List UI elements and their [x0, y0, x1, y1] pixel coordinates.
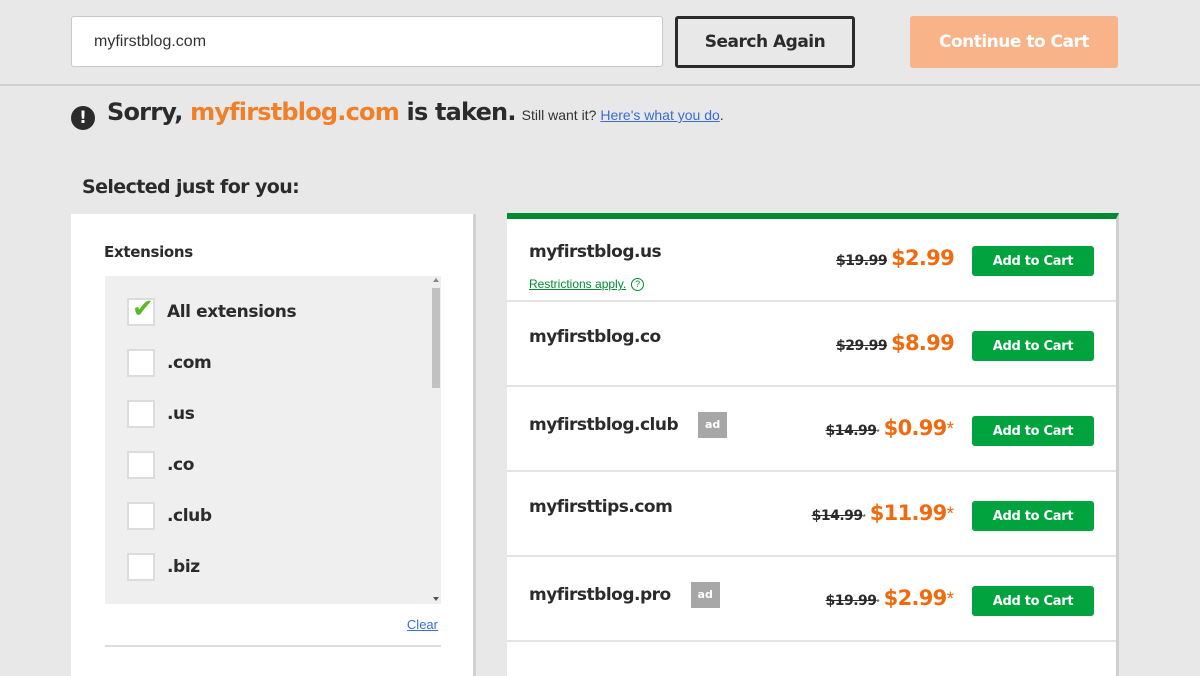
extensions-list: ✔ All extensions .com .us .co .club .biz [105, 276, 441, 604]
extension-label: All extensions [167, 302, 297, 322]
sale-price: $0.99 [883, 416, 948, 440]
footnote-marker: * [946, 589, 954, 610]
checkbox[interactable] [127, 502, 155, 530]
result-row: myfirsttips.com $14.99 * $11.99 * Add to C… [507, 474, 1116, 557]
checkbox[interactable] [127, 553, 155, 581]
search-again-button[interactable]: Search Again [675, 16, 855, 68]
price: $14.99 * $0.99 * [826, 416, 955, 441]
domain-name: myfirstblog.club ad [529, 412, 728, 438]
taken-domain: myfirstblog.com [190, 98, 400, 126]
footnote-marker: * [946, 419, 954, 440]
restrictions-link[interactable]: Restrictions apply. [529, 277, 626, 291]
search-header: Search Again Continue to Cart [0, 0, 1200, 86]
sale-price: $2.99 [891, 246, 955, 270]
extension-option-biz[interactable]: .biz [127, 551, 200, 583]
price: $19.99 $2.99 [836, 246, 955, 270]
checkbox[interactable] [127, 451, 155, 479]
extension-label: .com [167, 353, 212, 373]
domain-search-input[interactable] [71, 16, 663, 67]
sale-price: $11.99 [869, 501, 948, 525]
scroll-up-arrow-icon[interactable] [433, 278, 439, 282]
add-to-cart-button[interactable]: Add to Cart [972, 501, 1094, 531]
extensions-filter-panel: Extensions ✔ All extensions .com .us .co… [71, 214, 476, 676]
extension-option-co[interactable]: .co [127, 449, 194, 481]
taken-suffix: is taken. [406, 98, 517, 126]
extension-option-us[interactable]: .us [127, 398, 195, 430]
result-row: myfirstblog.co $29.99 $8.99 Add to Cart [507, 304, 1116, 387]
period: . [719, 107, 724, 123]
original-price: $19.99 [836, 253, 888, 269]
original-price: $19.99 [825, 593, 878, 609]
original-price: $14.99 [811, 508, 864, 524]
footnote-marker: * [876, 598, 880, 607]
sale-price: $8.99 [891, 331, 955, 355]
help-icon[interactable]: ? [631, 277, 645, 291]
ad-badge: ad [698, 412, 728, 438]
add-to-cart-button[interactable]: Add to Cart [972, 331, 1094, 361]
still-want-text: Still want it? [521, 107, 597, 123]
extension-label: .club [167, 506, 212, 526]
add-to-cart-button[interactable]: Add to Cart [972, 416, 1094, 446]
restrictions-note: Restrictions apply. ? [529, 277, 645, 291]
extensions-scrollbar[interactable] [431, 276, 441, 604]
domain-results-list: myfirstblog.us Restrictions apply. ? $19… [507, 213, 1119, 676]
clear-filters-link[interactable]: Clear [407, 617, 438, 632]
extensions-title: Extensions [104, 243, 193, 261]
taken-prefix: Sorry, [107, 98, 183, 126]
checkbox[interactable] [127, 349, 155, 377]
domain-text: myfirstblog.pro [529, 585, 671, 605]
selected-heading: Selected just for you: [82, 176, 300, 198]
result-row: myfirstblog.pro ad $19.99 * $2.99 * Add to… [507, 559, 1116, 642]
extension-option-com[interactable]: .com [127, 347, 212, 379]
checkmark-icon: ✔ [132, 294, 154, 324]
domain-name: myfirsttips.com [529, 497, 673, 517]
taken-headline: Sorry, myfirstblog.com is taken. [107, 98, 516, 126]
continue-to-cart-button[interactable]: Continue to Cart [910, 16, 1118, 68]
domain-name: myfirstblog.pro ad [529, 582, 720, 608]
add-to-cart-button[interactable]: Add to Cart [972, 246, 1094, 276]
price: $19.99 * $2.99 * [826, 586, 955, 611]
original-price: $29.99 [836, 338, 888, 354]
result-row: myfirstblog.club ad $14.99 * $0.99 * Add t… [507, 389, 1116, 472]
checkbox[interactable] [127, 400, 155, 428]
original-price: $14.99 [825, 423, 878, 439]
footnote-marker: * [876, 428, 880, 437]
extension-option-all[interactable]: ✔ All extensions [127, 294, 297, 328]
domain-taken-message: ! Sorry, myfirstblog.com is taken. Still… [71, 98, 724, 134]
footnote-marker: * [946, 504, 954, 525]
checkbox-checked[interactable]: ✔ [127, 294, 155, 326]
sale-price: $2.99 [883, 586, 948, 610]
domain-text: myfirsttips.com [529, 497, 673, 517]
extension-option-club[interactable]: .club [127, 500, 212, 532]
domain-name: myfirstblog.us [529, 242, 662, 262]
ad-badge: ad [690, 582, 720, 608]
domain-name: myfirstblog.co [529, 327, 661, 347]
scrollbar-thumb[interactable] [432, 288, 440, 388]
domain-text: myfirstblog.club [529, 415, 679, 435]
divider [105, 645, 441, 647]
domain-text: myfirstblog.co [529, 327, 661, 347]
scroll-down-arrow-icon[interactable] [433, 597, 439, 601]
result-row: myfirstblog.us Restrictions apply. ? $19… [507, 219, 1116, 302]
add-to-cart-button[interactable]: Add to Cart [972, 586, 1094, 616]
price: $14.99 * $11.99 * [812, 501, 954, 526]
heres-what-you-do-link[interactable]: Here's what you do [600, 107, 719, 123]
extension-label: .biz [167, 557, 200, 577]
extension-label: .co [167, 455, 195, 475]
footnote-marker: * [862, 513, 866, 522]
domain-text: myfirstblog.us [529, 242, 662, 262]
price: $29.99 $8.99 [836, 331, 955, 355]
extension-label: .us [167, 404, 195, 424]
exclamation-icon: ! [71, 106, 95, 130]
